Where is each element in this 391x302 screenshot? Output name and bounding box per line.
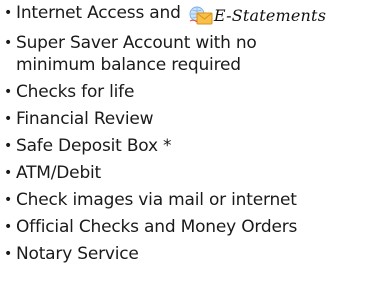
bullet-icon: • — [4, 138, 13, 154]
benefit-text: Checks for life — [16, 82, 135, 102]
list-item: • Financial Review — [4, 108, 388, 130]
benefit-text: Internet Access and — [16, 3, 186, 23]
bullet-icon: • — [4, 165, 13, 181]
list-item: • Internet Access and E-Statements — [4, 2, 388, 27]
list-item: • Super Saver Account with no minimum ba… — [4, 32, 388, 76]
benefits-list: • Internet Access and E-Statements • Sup… — [4, 2, 388, 270]
benefit-text: Notary Service — [16, 244, 139, 264]
bullet-icon: • — [4, 192, 13, 208]
envelope-globe-icon — [189, 6, 213, 25]
benefit-text: Super Saver Account with no — [16, 33, 257, 53]
bullet-icon: • — [4, 84, 13, 100]
estatements-logo: E-Statements — [188, 5, 326, 27]
list-item: • Official Checks and Money Orders — [4, 216, 388, 238]
bullet-icon: • — [4, 219, 13, 235]
bullet-icon: • — [4, 5, 13, 21]
benefit-text: Safe Deposit Box * — [16, 136, 172, 156]
list-item: • Checks for life — [4, 81, 388, 103]
bullet-icon: • — [4, 246, 13, 262]
benefit-text: ATM/Debit — [16, 163, 102, 183]
list-item: • Safe Deposit Box * — [4, 135, 388, 157]
bullet-icon: • — [4, 111, 13, 127]
list-item: • Notary Service — [4, 243, 388, 265]
bullet-icon: • — [4, 35, 13, 51]
list-item: • ATM/Debit — [4, 162, 388, 184]
benefit-text-continued: minimum balance required — [16, 55, 241, 75]
estatements-text: E-Statements — [213, 6, 327, 25]
benefit-text: Official Checks and Money Orders — [16, 217, 298, 237]
benefit-text: Check images via mail or internet — [16, 190, 297, 210]
list-item: • Check images via mail or internet — [4, 189, 388, 211]
benefit-text: Financial Review — [16, 109, 154, 129]
